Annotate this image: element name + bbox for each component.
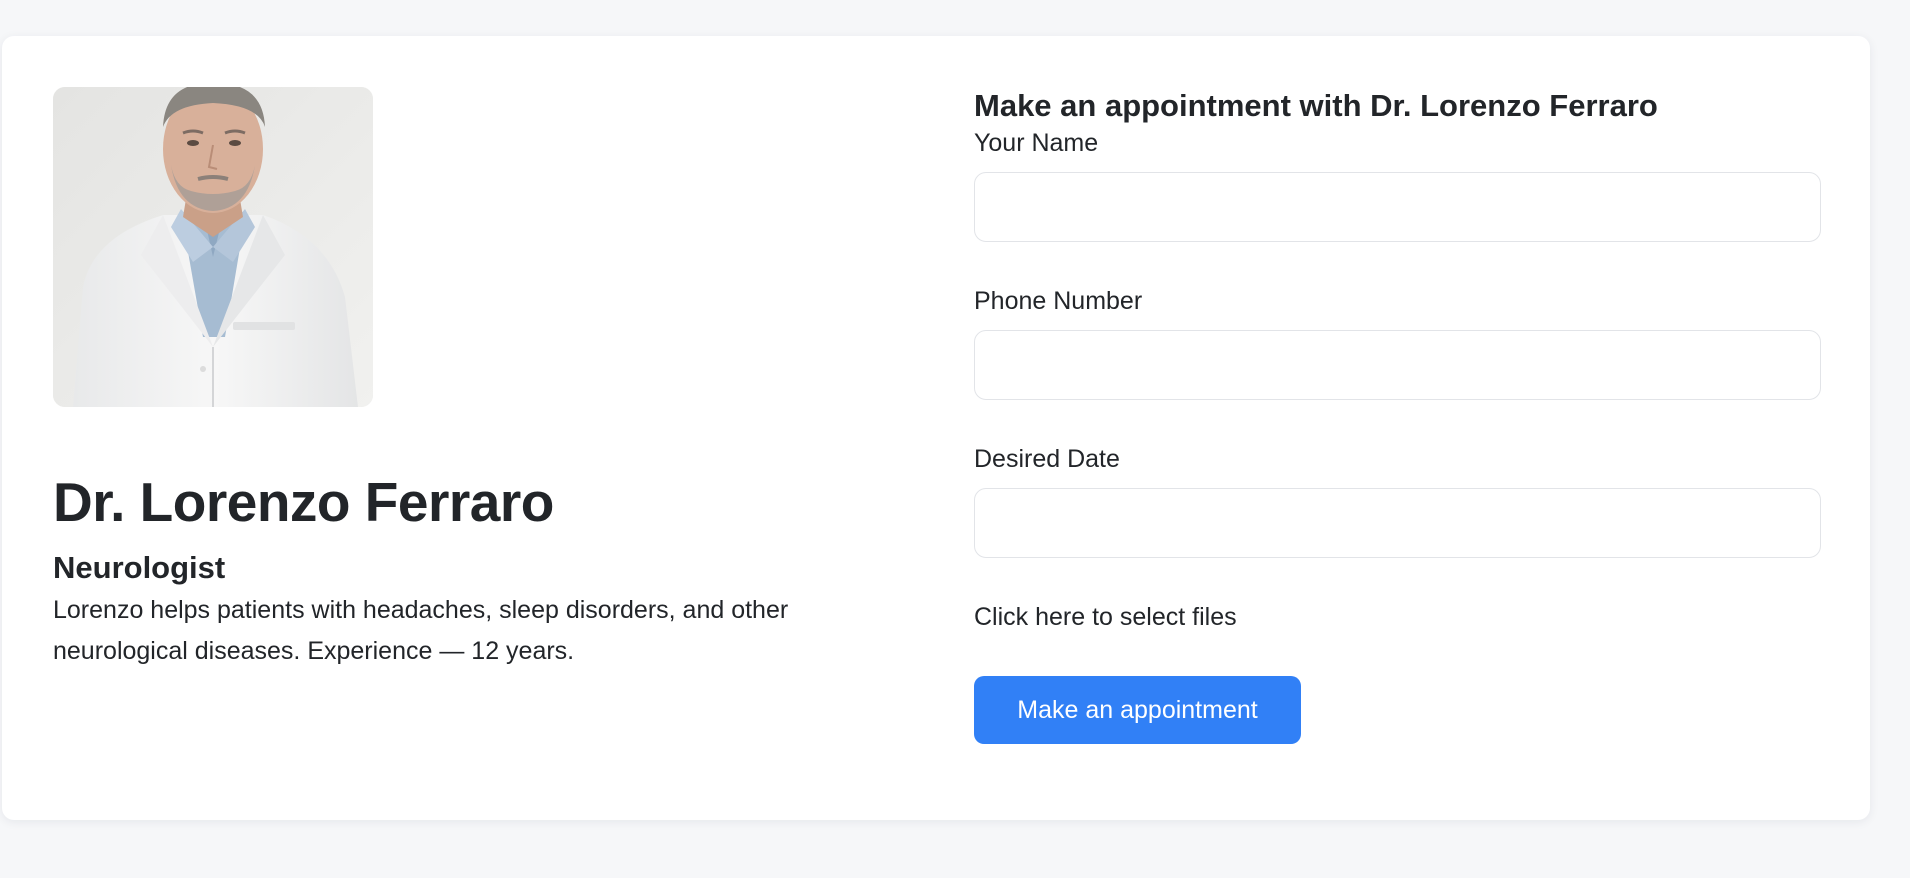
appointment-form: Make an appointment with Dr. Lorenzo Fer… xyxy=(974,88,1821,744)
date-input[interactable] xyxy=(974,488,1821,558)
file-select-link[interactable]: Click here to select files xyxy=(974,602,1237,632)
doctor-profile: Dr. Lorenzo Ferraro Neurologist Lorenzo … xyxy=(53,87,893,672)
file-select-row: Click here to select files xyxy=(974,602,1821,632)
form-title: Make an appointment with Dr. Lorenzo Fer… xyxy=(974,88,1658,123)
doctor-photo xyxy=(53,87,373,407)
date-label: Desired Date xyxy=(974,445,1120,473)
doctor-specialty: Neurologist xyxy=(53,550,226,585)
phone-label: Phone Number xyxy=(974,287,1143,315)
name-label: Your Name xyxy=(974,129,1099,157)
name-input[interactable] xyxy=(974,172,1821,242)
doctor-card: Dr. Lorenzo Ferraro Neurologist Lorenzo … xyxy=(2,36,1870,820)
doctor-name: Dr. Lorenzo Ferraro xyxy=(53,471,554,533)
phone-input[interactable] xyxy=(974,330,1821,400)
doctor-bio: Lorenzo helps patients with headaches, s… xyxy=(53,596,789,665)
make-appointment-button[interactable]: Make an appointment xyxy=(974,676,1301,744)
